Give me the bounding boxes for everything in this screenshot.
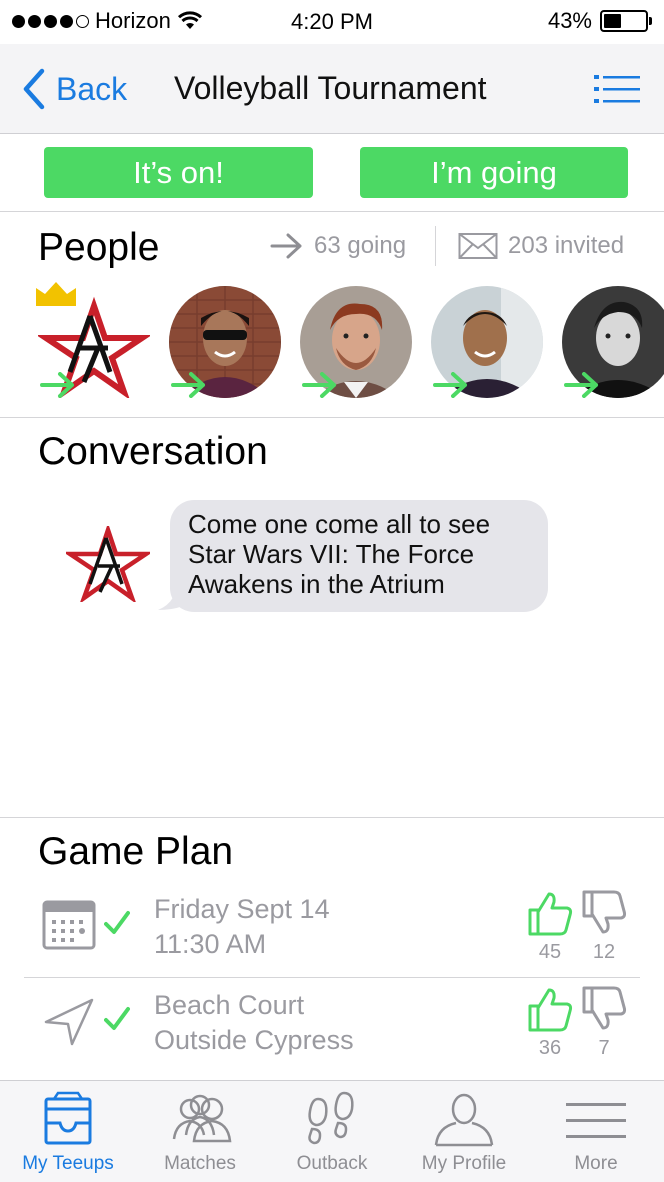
- going-count[interactable]: 63 going: [270, 232, 406, 260]
- rsvp-actions: It’s on! I’m going: [0, 134, 664, 212]
- thumbs-up-button[interactable]: 45: [526, 890, 574, 964]
- battery-percent: 43%: [547, 8, 592, 33]
- message-line: Awakens in the Atrium: [188, 569, 445, 599]
- location-arrow-icon: [44, 998, 94, 1046]
- thumbs-down-button[interactable]: 7: [580, 986, 628, 1060]
- page-title: Volleyball Tournament: [174, 70, 487, 106]
- tab-outback[interactable]: Outback: [266, 1081, 398, 1182]
- im-going-button[interactable]: I’m going: [360, 147, 628, 198]
- tab-my-profile[interactable]: My Profile: [398, 1081, 530, 1182]
- tab-bar: My Teeups Matches Outback My Profile Mor…: [0, 1080, 664, 1182]
- battery-status: 43%: [547, 8, 652, 34]
- avatar-person-2[interactable]: [300, 286, 412, 398]
- tab-matches[interactable]: Matches: [134, 1081, 266, 1182]
- thumbs-down-button[interactable]: 12: [580, 890, 628, 964]
- plan-time: 11:30 AM: [154, 929, 267, 959]
- plan-place: Beach Court: [154, 990, 305, 1020]
- message-line: Come one come all to see: [188, 509, 491, 539]
- back-button[interactable]: Back: [22, 68, 127, 110]
- thumbs-down-icon: [582, 986, 627, 1030]
- going-label: 63 going: [314, 232, 407, 259]
- avatar-person-3[interactable]: [431, 286, 543, 398]
- down-vote-count: 12: [592, 941, 616, 963]
- going-arrow-icon: [302, 372, 336, 398]
- thumbs-down-icon: [582, 890, 627, 934]
- game-plan-heading: Game Plan: [38, 830, 234, 873]
- battery-icon: [600, 10, 652, 32]
- thumbs-up-button[interactable]: 36: [526, 986, 574, 1060]
- tab-label: My Profile: [421, 1153, 507, 1174]
- conversation-heading: Conversation: [38, 430, 268, 473]
- tab-my-teeups[interactable]: My Teeups: [2, 1081, 134, 1182]
- calendar-icon: [42, 900, 96, 950]
- going-arrow-icon: [40, 372, 74, 398]
- plan-item-when[interactable]: Friday Sept 14 11:30 AM 45 12: [24, 886, 640, 978]
- tab-label: My Teeups: [22, 1153, 114, 1174]
- arrow-right-icon: [270, 233, 302, 259]
- people-section: People 63 going 203 invited: [0, 212, 664, 418]
- tab-label: More: [574, 1153, 618, 1174]
- plan-when-text: Friday Sept 14 11:30 AM: [154, 892, 330, 962]
- avatar-person-4[interactable]: [562, 286, 664, 398]
- back-label: Back: [56, 70, 128, 107]
- invited-count[interactable]: 203 invited: [458, 232, 624, 260]
- person-icon: [434, 1093, 494, 1147]
- plan-item-where[interactable]: Beach Court Outside Cypress 36 7: [24, 982, 640, 1074]
- chevron-left-icon: [23, 68, 45, 110]
- tab-label: Outback: [296, 1153, 368, 1174]
- envelope-icon: [458, 233, 498, 259]
- avatar-person-1[interactable]: [169, 286, 281, 398]
- invited-label: 203 invited: [508, 232, 625, 259]
- plan-date: Friday Sept 14: [154, 894, 330, 924]
- avatar-organizer[interactable]: [36, 286, 152, 400]
- people-heading: People: [38, 226, 160, 269]
- list-icon[interactable]: [594, 72, 640, 106]
- checkmark-icon: [104, 1007, 130, 1030]
- inbox-icon: [44, 1091, 92, 1145]
- down-vote-count: 7: [598, 1037, 610, 1059]
- footprints-icon: [308, 1091, 354, 1145]
- group-icon: [172, 1094, 232, 1143]
- game-plan-section: Game Plan Friday Sept 14 11:30 AM 45 12 …: [0, 818, 664, 1080]
- status-bar: Horizon 4:20 PM 43%: [0, 0, 664, 44]
- tab-more[interactable]: More: [530, 1081, 662, 1182]
- checkmark-icon: [104, 911, 130, 934]
- going-arrow-icon: [564, 372, 598, 398]
- up-vote-count: 45: [538, 941, 562, 963]
- message-line: Star Wars VII: The Force: [188, 539, 475, 569]
- thumbs-up-icon: [528, 892, 573, 936]
- going-arrow-icon: [171, 372, 205, 398]
- plan-place-detail: Outside Cypress: [154, 1025, 354, 1055]
- sender-star-logo-icon: [66, 526, 150, 602]
- going-arrow-icon: [433, 372, 467, 398]
- divider: [435, 226, 436, 266]
- tab-label: Matches: [164, 1153, 236, 1174]
- hamburger-icon: [566, 1103, 626, 1138]
- its-on-button[interactable]: It’s on!: [44, 147, 313, 198]
- message-bubble[interactable]: Come one come all to see Star Wars VII: …: [170, 500, 548, 612]
- thumbs-up-icon: [528, 988, 573, 1032]
- navigation-bar: Back Volleyball Tournament: [0, 44, 664, 134]
- conversation-section: Conversation Come one come all to see St…: [0, 418, 664, 818]
- up-vote-count: 36: [538, 1037, 562, 1059]
- plan-where-text: Beach Court Outside Cypress: [154, 988, 354, 1058]
